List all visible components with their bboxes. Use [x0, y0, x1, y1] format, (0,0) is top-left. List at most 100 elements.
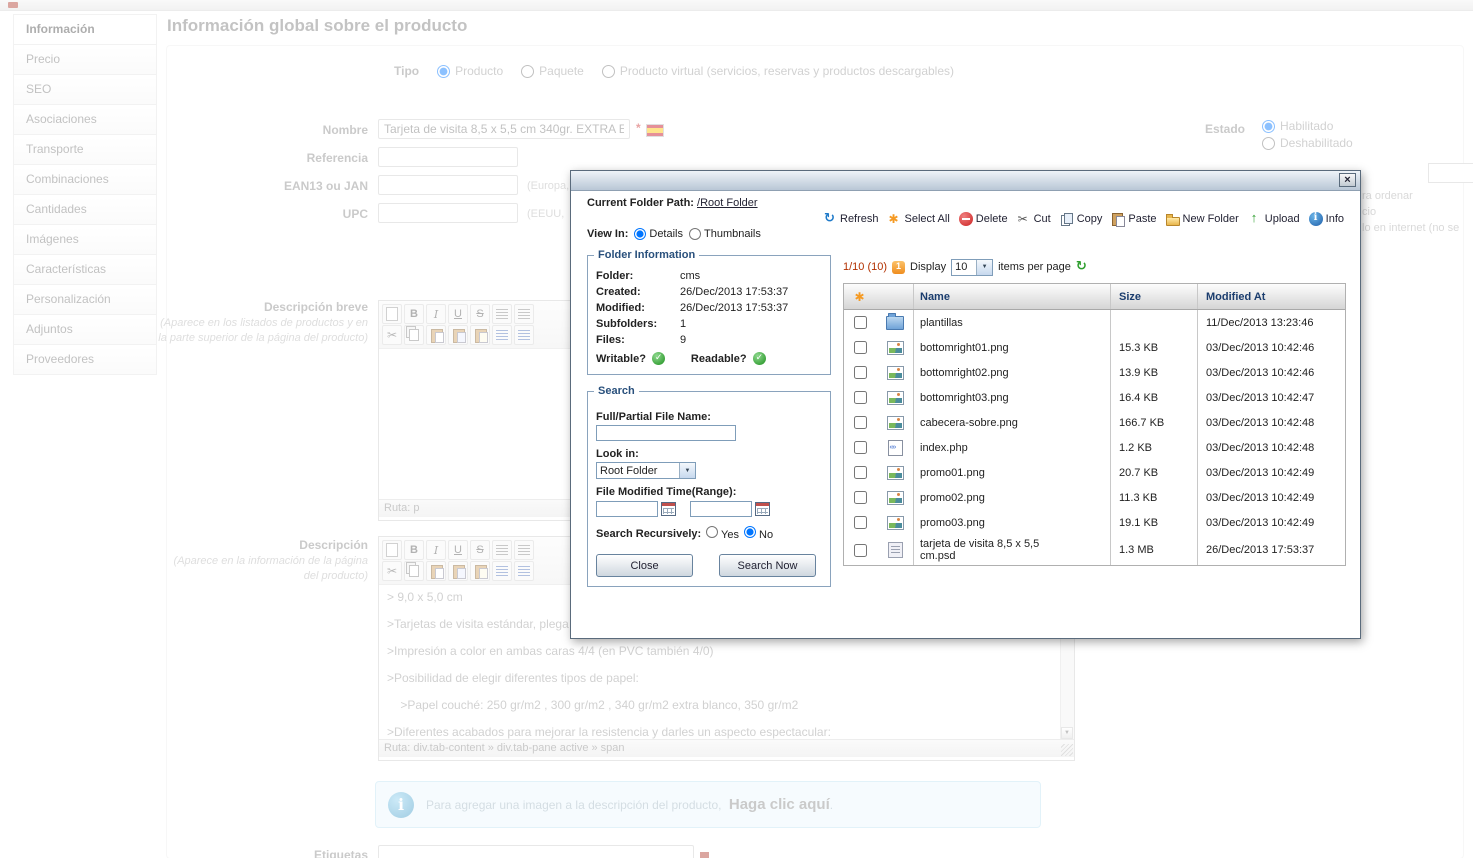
folder-info-row: Created: 26/Dec/2013 17:53:37: [596, 284, 822, 300]
file-name[interactable]: cabecera-sobre.png: [913, 410, 1110, 435]
row-checkbox[interactable]: [854, 466, 867, 479]
folder-info-label: Created:: [596, 286, 641, 298]
file-row[interactable]: plantillas 11/Dec/2013 13:23:46: [844, 310, 1345, 335]
row-checkbox-cell: [844, 410, 877, 435]
file-modified: 11/Dec/2013 13:23:46: [1197, 310, 1343, 335]
folder-info-row: Files: 9: [596, 332, 822, 348]
file-name[interactable]: bottomright03.png: [913, 385, 1110, 410]
recursive-no-option[interactable]: No: [743, 526, 774, 541]
look-in-label: Look in:: [596, 448, 639, 460]
file-name-label: Full/Partial File Name:: [596, 411, 711, 423]
file-row[interactable]: index.php1.2 KB03/Dec/2013 10:42:48: [844, 435, 1345, 460]
row-checkbox[interactable]: [854, 516, 867, 529]
upload-button[interactable]: Upload: [1248, 210, 1300, 226]
close-button[interactable]: Close: [596, 554, 693, 577]
dialog-titlebar[interactable]: [571, 171, 1360, 191]
file-row[interactable]: bottomright02.png 13.9 KB 03/Dec/2013 10:4…: [844, 360, 1345, 385]
new-folder-button-label: New Folder: [1182, 213, 1239, 225]
calendar-icon[interactable]: [755, 502, 770, 516]
file-modified: 03/Dec/2013 10:42:49: [1197, 510, 1343, 535]
file-name[interactable]: plantillas: [913, 310, 1110, 335]
select-all-header-cell[interactable]: [844, 284, 877, 309]
file-name-input[interactable]: [596, 425, 736, 441]
date-from-input[interactable]: [596, 501, 658, 517]
reload-list-icon[interactable]: [1076, 258, 1090, 274]
modified-range-row: [596, 501, 822, 517]
file-modified: 03/Dec/2013 10:42:46: [1197, 335, 1343, 360]
row-checkbox-cell: [844, 435, 877, 460]
page-position: 1/10 (10): [843, 261, 888, 273]
row-checkbox[interactable]: [854, 441, 867, 454]
file-modified: 03/Dec/2013 10:42:48: [1197, 410, 1343, 435]
row-checkbox[interactable]: [854, 391, 867, 404]
refresh-button[interactable]: Refresh: [823, 210, 879, 226]
calendar-icon[interactable]: [661, 502, 676, 516]
thumbnails-radio[interactable]: [689, 228, 701, 240]
details-radio[interactable]: [634, 228, 647, 240]
look-in-select[interactable]: Root Folder: [596, 462, 696, 479]
new-folder-button[interactable]: New Folder: [1165, 212, 1239, 226]
row-checkbox[interactable]: [854, 416, 867, 429]
root-folder-link[interactable]: /Root Folder: [697, 197, 758, 209]
file-row[interactable]: promo01.png 20.7 KB 03/Dec/2013 10:42:49: [844, 460, 1345, 485]
file-row[interactable]: bottomright01.png 15.3 KB 03/Dec/2013 10:4…: [844, 335, 1345, 360]
file-modified: 03/Dec/2013 10:42:47: [1197, 385, 1343, 410]
display-label: Display: [910, 261, 947, 273]
recursive-yes-option[interactable]: Yes: [706, 526, 739, 541]
search-recursively-row: Search Recursively: Yes No: [596, 526, 822, 541]
file-name[interactable]: promo01.png: [913, 460, 1110, 485]
file-size: 20.7 KB: [1110, 460, 1197, 485]
copy-icon: [1060, 212, 1074, 226]
file-size: 16.4 KB: [1110, 385, 1197, 410]
folder-information-box: Folder Information Folder: cms Created: 26/…: [587, 249, 831, 375]
file-row[interactable]: cabecera-sobre.png 166.7 KB 03/Dec/2013 10…: [844, 410, 1345, 435]
file-icon-cell: [877, 410, 913, 435]
file-row[interactable]: bottomright03.png 16.4 KB 03/Dec/2013 10:4…: [844, 385, 1345, 410]
close-icon[interactable]: [1339, 173, 1356, 187]
row-checkbox-cell: [844, 335, 877, 360]
file-row[interactable]: promo02.png 11.3 KB 03/Dec/2013 10:42:49: [844, 485, 1345, 510]
file-size: 166.7 KB: [1110, 410, 1197, 435]
readable-check-icon: [752, 352, 766, 365]
items-per-page-select[interactable]: 10: [951, 258, 994, 276]
row-checkbox[interactable]: [854, 341, 867, 354]
delete-button-label: Delete: [975, 213, 1008, 225]
file-row[interactable]: tarjeta de visita 8,5 x 5,5 cm.psd 1.3 MB…: [844, 535, 1345, 565]
file-name[interactable]: tarjeta de visita 8,5 x 5,5 cm.psd: [913, 535, 1110, 565]
recursive-no-label: No: [759, 529, 774, 541]
cut-button[interactable]: Cut: [1017, 212, 1051, 226]
recursive-yes-radio[interactable]: [706, 526, 719, 538]
file-name[interactable]: promo03.png: [913, 510, 1110, 535]
writable-label: Writable?: [596, 352, 646, 365]
view-details-option[interactable]: Details: [634, 228, 683, 240]
date-to-input[interactable]: [690, 501, 752, 517]
select-all-button[interactable]: Select All: [888, 212, 950, 226]
file-name[interactable]: bottomright01.png: [913, 335, 1110, 360]
folder-info-row: Folder: cms: [596, 268, 822, 284]
file-name[interactable]: promo02.png: [913, 485, 1110, 510]
first-page-icon[interactable]: [892, 260, 906, 274]
file-row[interactable]: promo03.png 19.1 KB 03/Dec/2013 10:42:49: [844, 510, 1345, 535]
psd-icon: [887, 542, 903, 558]
paste-button[interactable]: Paste: [1111, 212, 1157, 227]
file-name[interactable]: bottomright02.png: [913, 360, 1110, 385]
folder-information-title: Folder Information: [594, 249, 700, 261]
name-column-header[interactable]: Name: [913, 284, 1110, 309]
copy-button[interactable]: Copy: [1060, 212, 1102, 226]
path-label: Current Folder Path:: [587, 197, 694, 209]
recursive-no-radio[interactable]: [743, 526, 756, 538]
size-column-header[interactable]: Size: [1110, 284, 1197, 309]
folder-icon: [886, 312, 904, 330]
search-now-button[interactable]: Search Now: [719, 554, 816, 577]
view-thumbnails-option[interactable]: Thumbnails: [689, 228, 761, 240]
file-size: 13.9 KB: [1110, 360, 1197, 385]
modified-column-header[interactable]: Modified At: [1197, 284, 1343, 309]
info-button[interactable]: Info: [1308, 212, 1344, 226]
row-checkbox[interactable]: [854, 491, 867, 504]
file-name[interactable]: index.php: [913, 435, 1110, 460]
select-all-icon: [854, 290, 868, 304]
delete-button[interactable]: Delete: [958, 212, 1008, 226]
row-checkbox[interactable]: [854, 366, 867, 379]
row-checkbox[interactable]: [854, 543, 867, 557]
row-checkbox[interactable]: [854, 316, 867, 329]
